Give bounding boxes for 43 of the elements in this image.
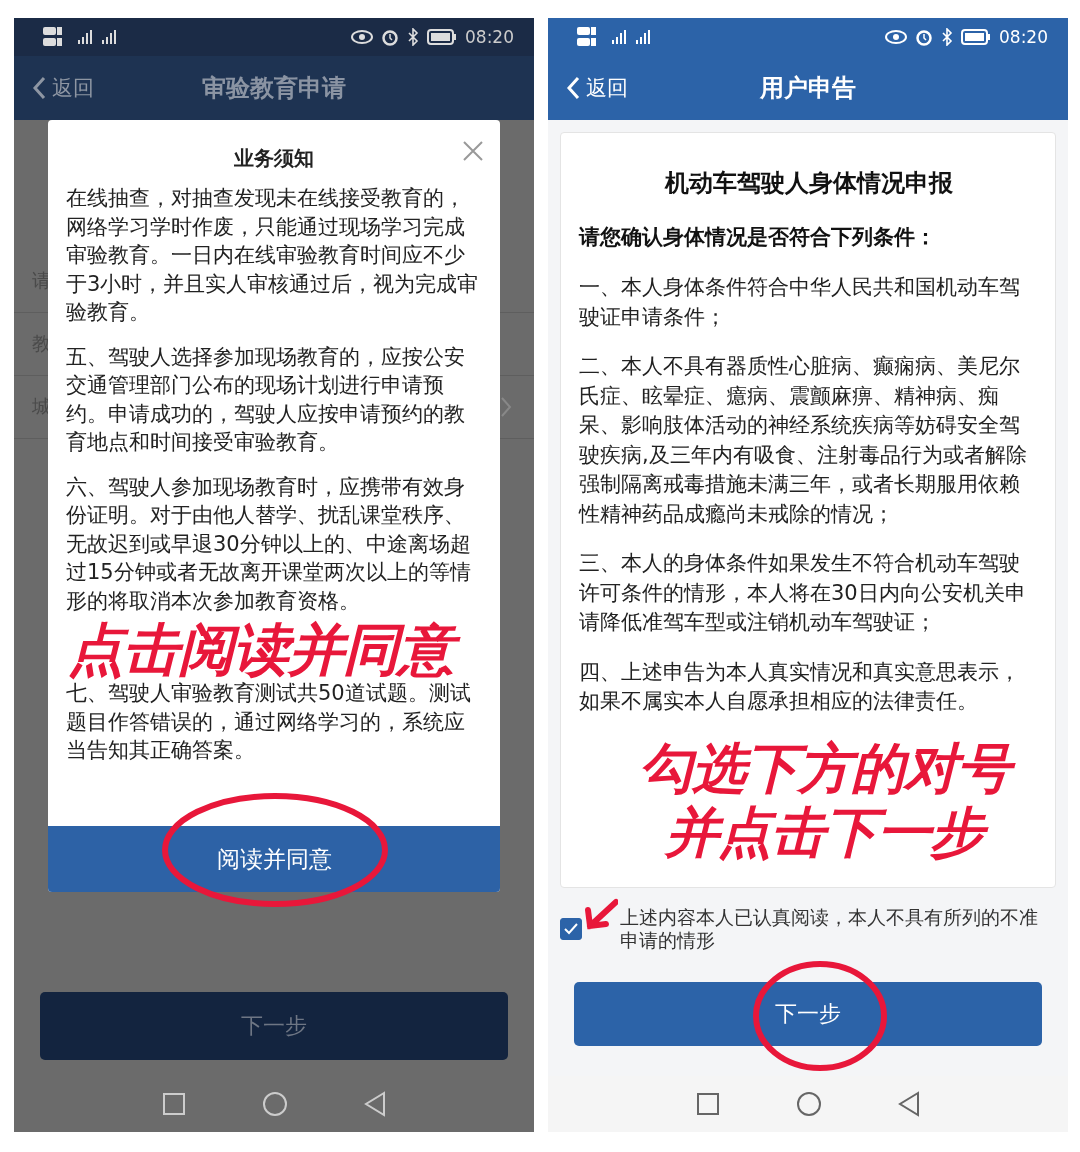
back-button[interactable]: 返回 bbox=[14, 74, 94, 102]
checkmark-icon bbox=[563, 922, 579, 936]
condition-paragraph: 三、本人的身体条件如果发生不符合机动车驾驶许可条件的情形，本人将在30日内向公安机关申请降低准驾车型或注销机动车驾驶证； bbox=[579, 550, 1027, 636]
condition-paragraph: 二、本人不具有器质性心脏病、癫痫病、美尼尔氏症、眩晕症、癔病、震颤麻痹、精神病、痴呆、影响肢体活动的神经系统疾病等妨碍安全驾驶疾病,及三年内有吸食、注射毒品行为或者解除强制隔离戒毒措施未满三年，或者长期服用依赖性精神药品成瘾尚未戒除的情况； bbox=[579, 353, 1028, 528]
agreement-checkbox[interactable] bbox=[560, 918, 582, 940]
status-time: 08:20 bbox=[999, 27, 1048, 47]
bluetooth-icon bbox=[941, 28, 953, 46]
condition-paragraph: 一、本人身体条件符合中华人民共和国机动车驾驶证申请条件； bbox=[579, 274, 1021, 331]
sim-card-icon bbox=[42, 26, 64, 48]
back-chevron-icon bbox=[32, 76, 46, 100]
annotation-text: 点击阅读并同意 bbox=[68, 619, 484, 681]
annotation-text: 勾选下方的对号 bbox=[609, 736, 1039, 801]
screen-title: 用户申告 bbox=[759, 73, 857, 104]
back-button[interactable]: 返回 bbox=[548, 74, 628, 102]
recent-apps-icon[interactable] bbox=[696, 1092, 720, 1116]
bluetooth-icon bbox=[407, 28, 419, 46]
battery-icon bbox=[427, 29, 457, 45]
declaration-subtitle: 请您确认身体情况是否符合下列条件： bbox=[579, 224, 937, 251]
sim-card-icon bbox=[576, 26, 598, 48]
dialog-title: 业务须知 bbox=[234, 145, 314, 172]
alarm-icon bbox=[915, 28, 933, 46]
chevron-icon bbox=[500, 396, 512, 418]
back-icon[interactable] bbox=[898, 1091, 920, 1117]
alarm-icon bbox=[381, 28, 399, 46]
notice-paragraph: 六、驾驶人参加现场教育时，应携带有效身份证明。对于由他人替学、扰乱课堂秩序、无故迟到或早退30分钟以上的、中途离场超过15分钟或者无故离开课堂两次以上的等情形的将取消本次参加教育资格。 bbox=[66, 473, 472, 615]
back-chevron-icon bbox=[566, 76, 580, 100]
annotation-text: 并点击下一步 bbox=[609, 800, 1039, 865]
notice-paragraph: 七、驾驶人审验教育测试共50道试题。测试题目作答错误的，通过网络学习的，系统应当告知其正确答案。 bbox=[66, 680, 472, 764]
condition-paragraph: 四、上述申告为本人真实情况和真实意思表示，如果不属实本人自愿承担相应的法律责任。 bbox=[579, 658, 1021, 715]
agreement-label: 上述内容本人已认真阅读，本人不具有所列的不准申请的情形 bbox=[620, 906, 1039, 952]
eye-icon bbox=[885, 30, 907, 44]
home-icon[interactable] bbox=[796, 1091, 822, 1117]
read-and-agree-button[interactable]: 阅读并同意 bbox=[48, 826, 500, 892]
eye-icon bbox=[351, 30, 373, 44]
declaration-title: 机动车驾驶人身体情况申报 bbox=[663, 168, 954, 199]
next-step-button[interactable]: 下一步 bbox=[574, 982, 1042, 1046]
battery-icon bbox=[961, 29, 991, 45]
notice-paragraph: 在线抽查，对抽查发现未在线接受教育的，网络学习学时作废，只能通过现场学习完成审验教育。一日内在线审验教育时间应不少于3小时，并且实人审核通过后，视为完成审验教育。 bbox=[66, 185, 480, 326]
notice-paragraph: 五、驾驶人选择参加现场教育的，应按公安交通管理部门公布的现场计划进行申请预约。申请成功的，驾驶人应按申请预约的教育地点和时间接受审验教育。 bbox=[66, 343, 466, 456]
close-icon[interactable] bbox=[462, 140, 484, 162]
screen-title: 审验教育申请 bbox=[201, 73, 347, 104]
annotation-arrow bbox=[584, 898, 618, 932]
status-time: 08:20 bbox=[465, 27, 514, 47]
